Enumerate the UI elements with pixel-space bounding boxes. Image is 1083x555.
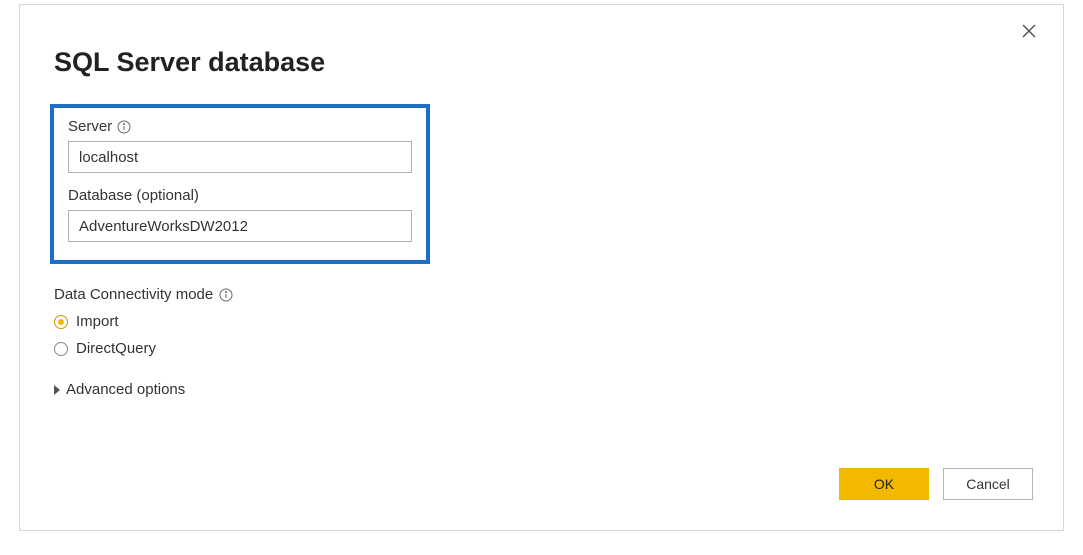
sql-server-dialog: SQL Server database Server Database (opt… [19, 4, 1064, 531]
server-input[interactable] [68, 141, 412, 173]
database-label-row: Database (optional) [68, 187, 412, 204]
radio-directquery[interactable]: DirectQuery [54, 340, 1063, 357]
close-button[interactable] [1021, 23, 1041, 43]
database-label: Database (optional) [68, 187, 199, 204]
ok-button[interactable]: OK [839, 468, 929, 500]
advanced-options-label: Advanced options [66, 381, 185, 398]
database-input[interactable] [68, 210, 412, 242]
server-label-row: Server [68, 118, 412, 135]
radio-directquery-label: DirectQuery [76, 340, 156, 357]
server-label: Server [68, 118, 112, 135]
dialog-button-row: OK Cancel [839, 468, 1033, 500]
info-icon[interactable] [117, 120, 131, 134]
connectivity-label-row: Data Connectivity mode [54, 286, 1063, 303]
chevron-right-icon [54, 385, 60, 395]
connectivity-section: Data Connectivity mode Import DirectQuer… [54, 286, 1063, 357]
database-field-group: Database (optional) [68, 187, 412, 242]
server-db-highlight: Server Database (optional) [50, 104, 430, 264]
radio-import-label: Import [76, 313, 119, 330]
dialog-title: SQL Server database [54, 47, 1063, 78]
radio-import-indicator [54, 315, 68, 329]
info-icon[interactable] [219, 288, 233, 302]
cancel-button[interactable]: Cancel [943, 468, 1033, 500]
advanced-options-toggle[interactable]: Advanced options [54, 381, 1063, 398]
radio-directquery-indicator [54, 342, 68, 356]
close-icon [1021, 23, 1037, 39]
connectivity-label: Data Connectivity mode [54, 286, 213, 303]
radio-import[interactable]: Import [54, 313, 1063, 330]
server-field-group: Server [68, 118, 412, 173]
